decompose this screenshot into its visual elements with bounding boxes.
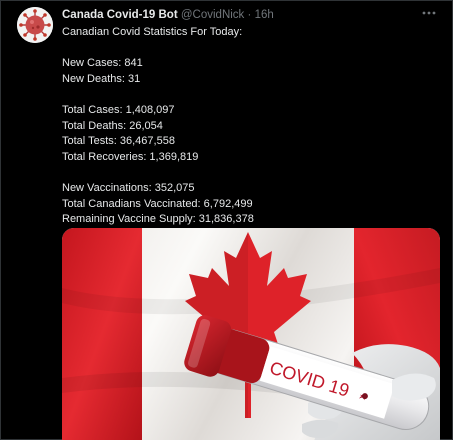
tweet-text-line: New Cases: 841 [62, 57, 143, 70]
virus-icon [17, 7, 53, 43]
tweet-text-line: Canadian Covid Statistics For Today: [62, 26, 243, 38]
tweet-media-image[interactable]: COVID 19 [62, 228, 440, 440]
tweet-text-line [62, 165, 442, 181]
author-name[interactable]: Canada Covid-19 Bot [62, 9, 178, 21]
tweet-text-line [62, 41, 442, 57]
canada-flag-covid-tube-image: COVID 19 [62, 228, 440, 440]
tweet-text-line: New Vaccinations: 352,075 [62, 181, 195, 194]
tweet[interactable]: Canada Covid-19 Bot @CovidNick · 16h Can… [0, 0, 453, 440]
separator-dot: · [247, 9, 252, 21]
more-options-button[interactable] [418, 4, 440, 22]
tweet-text-line: Total Recoveries: 1,369,819 [62, 150, 199, 163]
tweet-timestamp[interactable]: 16h [255, 9, 274, 21]
tweet-header: Canada Covid-19 Bot @CovidNick · 16h [62, 8, 274, 23]
tweet-text-line: Total Tests: 36,467,558 [62, 135, 175, 148]
tweet-text: Canadian Covid Statistics For Today: New… [62, 25, 442, 228]
tweet-text-line: Total Cases: 1,408,097 [62, 103, 175, 116]
tweet-text-line: New Deaths: 31 [62, 72, 141, 85]
tweet-text-line [62, 87, 442, 103]
avatar[interactable] [17, 7, 53, 43]
tweet-text-line: Total Canadians Vaccinated: 6,792,499 [62, 197, 253, 210]
more-icon [422, 11, 436, 15]
tweet-text-line: Remaining Vaccine Supply: 31,836,378 [62, 213, 254, 226]
author-handle[interactable]: @CovidNick [181, 9, 244, 21]
tweet-text-line: Total Deaths: 26,054 [62, 119, 163, 132]
